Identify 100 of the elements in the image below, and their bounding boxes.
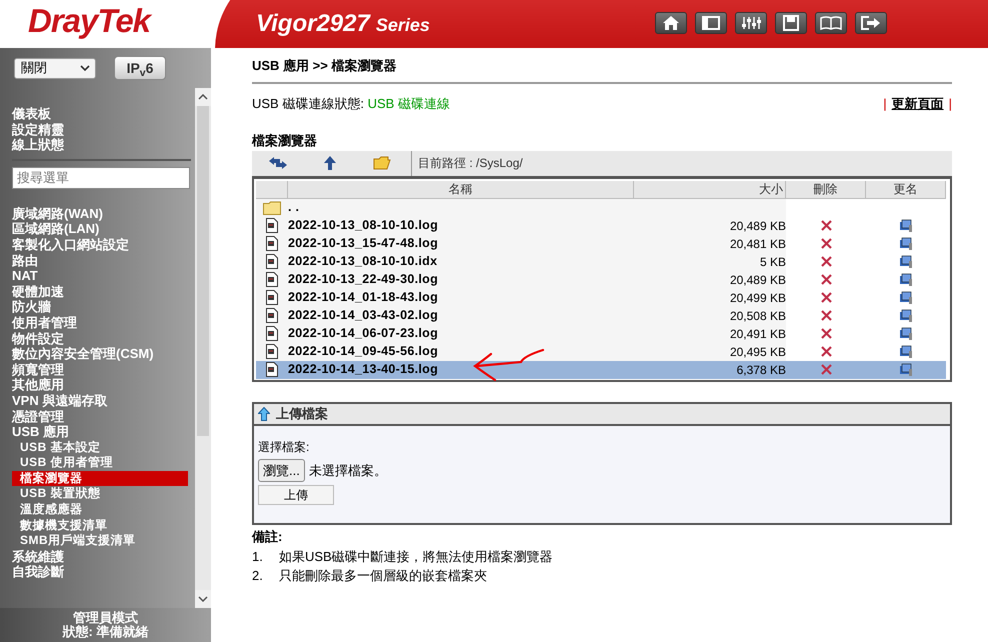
delete-button[interactable] bbox=[820, 292, 832, 303]
submenu-item[interactable]: USB 使用者管理 bbox=[12, 455, 195, 471]
mode-select[interactable]: 關閉 bbox=[14, 58, 96, 78]
book-button[interactable] bbox=[815, 12, 847, 34]
delete-button[interactable] bbox=[820, 238, 832, 249]
delete-button[interactable] bbox=[820, 328, 832, 339]
window-icon bbox=[702, 16, 720, 30]
rename-button[interactable] bbox=[899, 308, 913, 322]
delete-button[interactable] bbox=[820, 310, 832, 321]
submenu-item[interactable]: 檔案瀏覽器 bbox=[12, 470, 188, 486]
submenu-item[interactable]: SMB用戶端支援清單 bbox=[12, 533, 195, 549]
note-text: 如果USB磁碟中斷連接，將無法使用檔案瀏覽器 bbox=[279, 548, 553, 566]
menu-item[interactable]: 自我診斷 bbox=[12, 564, 64, 580]
menu-item[interactable]: 憑證管理 bbox=[12, 408, 64, 424]
file-size: 20,489 KB bbox=[730, 218, 786, 234]
file-name[interactable]: . . bbox=[288, 198, 300, 217]
rename-button[interactable] bbox=[899, 344, 913, 358]
refresh-link[interactable]: 更新頁面 bbox=[892, 96, 944, 110]
model-name: Vigor2927 bbox=[256, 10, 370, 37]
menu-item[interactable]: 物件設定 bbox=[12, 330, 64, 346]
delete-button[interactable] bbox=[820, 364, 832, 375]
sliders-button[interactable] bbox=[735, 12, 767, 34]
document-icon bbox=[266, 236, 278, 251]
folder-icon bbox=[263, 200, 281, 214]
logout-icon bbox=[861, 16, 881, 30]
column-header[interactable]: 名稱 bbox=[288, 180, 634, 198]
rename-button[interactable] bbox=[899, 362, 913, 376]
menu-link[interactable]: 設定精靈 bbox=[12, 122, 64, 138]
rename-button[interactable] bbox=[899, 254, 913, 268]
delete-button[interactable] bbox=[820, 220, 832, 231]
menu-item[interactable]: 硬體加速 bbox=[12, 284, 64, 300]
book-icon bbox=[820, 16, 842, 30]
note-number: 1. bbox=[252, 548, 264, 566]
browse-button[interactable]: 瀏覽... bbox=[258, 458, 305, 482]
mode-label: 管理員模式 bbox=[72, 611, 139, 625]
rename-button[interactable] bbox=[899, 218, 913, 232]
file-row[interactable]: 2022-10-14_13-40-15.log 6,378 KB bbox=[256, 360, 946, 378]
separator-text: | bbox=[883, 96, 887, 110]
document-icon bbox=[266, 362, 278, 377]
menu-item[interactable]: 使用者管理 bbox=[12, 314, 77, 331]
document-icon bbox=[266, 326, 278, 341]
home-icon bbox=[662, 15, 680, 31]
menu-item[interactable]: 其他應用 bbox=[12, 377, 64, 393]
menu-item[interactable]: 路由 bbox=[12, 252, 38, 268]
submenu-item[interactable]: 數據機支援清單 bbox=[12, 518, 195, 534]
menu-item[interactable]: 頻寬管理 bbox=[12, 362, 64, 378]
menu-item[interactable]: 區域網路(LAN) bbox=[12, 221, 100, 237]
menu-item[interactable]: 廣域網路(WAN) bbox=[12, 206, 103, 222]
document-icon bbox=[266, 272, 278, 287]
scroll-down-icon[interactable] bbox=[198, 596, 208, 602]
note-text: 只能刪除最多一個層級的嵌套檔案夾 bbox=[279, 567, 487, 585]
upload-button[interactable]: 上傳 bbox=[258, 485, 334, 505]
up-arrow-icon bbox=[324, 156, 336, 170]
scroll-up-icon[interactable] bbox=[198, 94, 208, 100]
file-size: 20,489 KB bbox=[730, 272, 786, 288]
file-size: 6,378 KB bbox=[736, 362, 786, 378]
menu-link[interactable]: 儀表板 bbox=[12, 106, 51, 122]
menu-item[interactable]: 系統維護 bbox=[12, 548, 64, 564]
file-size: 20,499 KB bbox=[730, 290, 786, 306]
column-header[interactable]: 刪除 bbox=[786, 180, 866, 198]
home-button[interactable] bbox=[655, 12, 687, 34]
rename-button[interactable] bbox=[899, 272, 913, 286]
file-size: 20,508 KB bbox=[730, 308, 786, 324]
delete-button[interactable] bbox=[820, 346, 832, 357]
delete-button[interactable] bbox=[820, 274, 832, 285]
save-button[interactable] bbox=[775, 12, 807, 34]
rename-button[interactable] bbox=[899, 326, 913, 340]
rename-button[interactable] bbox=[899, 236, 913, 250]
swap-arrows-icon bbox=[268, 156, 288, 170]
menu-item[interactable]: USB 應用 bbox=[12, 424, 70, 440]
submenu-item[interactable]: USB 裝置狀態 bbox=[12, 486, 195, 502]
menu-link[interactable]: 線上狀態 bbox=[12, 137, 64, 153]
scrollbar-thumb[interactable] bbox=[197, 106, 209, 436]
rename-button[interactable] bbox=[899, 290, 913, 304]
menu-item[interactable]: 客製化入口網站設定 bbox=[12, 236, 129, 253]
submenu-item[interactable]: 溫度感應器 bbox=[12, 502, 195, 518]
brand-logo: DrayTek bbox=[28, 1, 150, 41]
layout-button[interactable] bbox=[695, 12, 727, 34]
document-icon bbox=[266, 308, 278, 323]
file-status: 未選擇檔案。 bbox=[308, 462, 387, 478]
file-name[interactable]: 2022-10-14_13-40-15.log bbox=[288, 360, 438, 379]
column-header[interactable]: 更名 bbox=[866, 180, 946, 198]
menu-item[interactable]: 數位內容安全管理(CSM) bbox=[12, 346, 154, 362]
logout-button[interactable] bbox=[855, 12, 887, 34]
ipv6-button[interactable]: IP$_{v}$6 bbox=[114, 56, 166, 80]
file-size: 20,491 KB bbox=[730, 326, 786, 342]
delete-button[interactable] bbox=[820, 256, 832, 267]
menu-item[interactable]: 防火牆 bbox=[12, 299, 51, 315]
note-number: 2. bbox=[252, 567, 264, 585]
document-icon bbox=[266, 344, 278, 359]
search-field[interactable]: 搜尋選單 bbox=[12, 166, 190, 189]
breadcrumb: USB 應用 >> 檔案瀏覽器 bbox=[252, 56, 952, 84]
file-size: 20,481 KB bbox=[730, 236, 786, 252]
notes-title: 備註: bbox=[252, 528, 284, 546]
menu-item[interactable]: VPN 與遠端存取 bbox=[12, 392, 108, 408]
current-path: 目前路徑 : /SysLog/ bbox=[417, 155, 523, 172]
file-size: 20,495 KB bbox=[730, 344, 786, 360]
submenu-item[interactable]: USB 基本設定 bbox=[12, 440, 195, 456]
menu-item[interactable]: NAT bbox=[12, 268, 38, 284]
column-header[interactable]: 大小 bbox=[634, 180, 786, 198]
